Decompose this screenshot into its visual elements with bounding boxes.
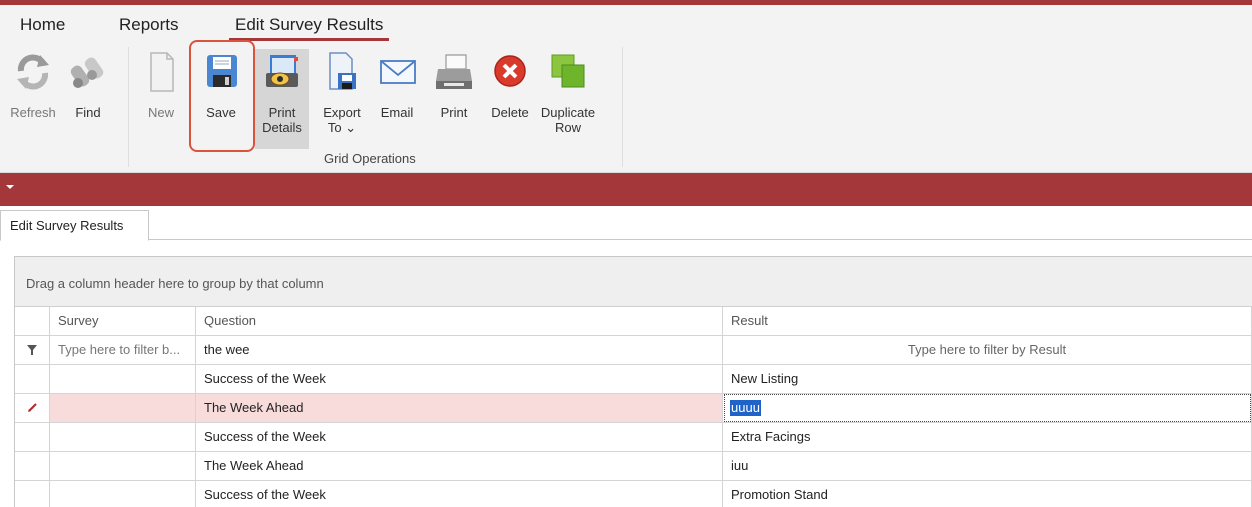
table-row[interactable]: Success of the Week Promotion Stand [15, 481, 1252, 507]
survey-cell[interactable] [50, 394, 196, 423]
pencil-edit-icon [28, 403, 37, 412]
question-cell[interactable]: Success of the Week [196, 423, 723, 452]
funnel-icon [27, 345, 37, 355]
print-details-button[interactable]: Print Details [255, 49, 309, 149]
column-header-result[interactable]: Result [723, 307, 1252, 336]
column-header-row: Survey Question Result [15, 307, 1252, 336]
question-cell[interactable]: The Week Ahead [196, 394, 723, 423]
question-cell[interactable]: The Week Ahead [196, 452, 723, 481]
row-indicator [15, 423, 50, 452]
survey-cell[interactable] [50, 365, 196, 394]
table-row-editing[interactable]: The Week Ahead uuuu [15, 394, 1252, 423]
result-cell-editor[interactable]: uuuu [724, 394, 1251, 422]
result-cell[interactable]: Extra Facings [723, 423, 1252, 452]
refresh-button[interactable]: Refresh [5, 49, 61, 149]
grid-operations-label: Grid Operations [324, 151, 416, 166]
indicator-header [15, 307, 50, 336]
duplicate-icon [551, 54, 585, 88]
find-label: Find [75, 105, 101, 120]
result-cell[interactable]: Promotion Stand [723, 481, 1252, 507]
save-button[interactable]: Save [193, 49, 249, 149]
question-cell[interactable]: Success of the Week [196, 365, 723, 394]
floppy-disk-icon [207, 55, 237, 87]
ribbon: Refresh Find New Save Print Details Expo… [0, 41, 1252, 173]
tab-edit-survey-results[interactable]: Edit Survey Results [228, 15, 390, 41]
table-row[interactable]: Success of the Week Extra Facings [15, 423, 1252, 452]
filter-question-input[interactable]: the wee [196, 336, 723, 365]
export-icon [329, 52, 356, 90]
row-indicator [15, 452, 50, 481]
save-label: Save [206, 105, 236, 120]
group-by-panel[interactable]: Drag a column header here to group by th… [15, 257, 1252, 307]
delete-icon [494, 55, 526, 87]
result-editor-selected-text[interactable]: uuuu [730, 400, 761, 416]
duplicate-row-button[interactable]: Duplicate Row [540, 49, 596, 149]
duplicate-row-label: Duplicate Row [540, 105, 596, 135]
print-button[interactable]: Print [426, 49, 482, 149]
tab-home[interactable]: Home [20, 15, 65, 35]
result-cell[interactable]: New Listing [723, 365, 1252, 394]
result-cell[interactable]: iuu [723, 452, 1252, 481]
printer-icon [436, 54, 472, 89]
survey-cell[interactable] [50, 481, 196, 507]
tab-reports[interactable]: Reports [119, 15, 179, 35]
table-row[interactable]: Success of the Week New Listing [15, 365, 1252, 394]
survey-results-grid: Drag a column header here to group by th… [14, 256, 1252, 507]
row-indicator [15, 481, 50, 507]
row-indicator [15, 365, 50, 394]
filter-result-input[interactable]: Type here to filter by Result [723, 336, 1252, 365]
new-label: New [147, 105, 174, 120]
refresh-icon [17, 54, 49, 90]
question-cell[interactable]: Success of the Week [196, 481, 723, 507]
tab-edit-survey-results-document[interactable]: Edit Survey Results [0, 210, 149, 241]
column-header-question[interactable]: Question [196, 307, 723, 336]
new-document-icon [150, 52, 174, 92]
print-details-label: Print Details [262, 105, 302, 135]
export-to-button[interactable]: Export To ⌄ [314, 49, 370, 149]
filter-row-indicator [15, 336, 50, 365]
document-tab-strip: Edit Survey Results [0, 206, 1252, 241]
table-row[interactable]: The Week Ahead iuu [15, 452, 1252, 481]
survey-cell[interactable] [50, 452, 196, 481]
collapse-bar[interactable] [0, 173, 1252, 206]
ribbon-separator [622, 47, 623, 167]
filter-row: Type here to filter b... the wee Type he… [15, 336, 1252, 365]
delete-button[interactable]: Delete [482, 49, 538, 149]
column-header-survey[interactable]: Survey [50, 307, 196, 336]
envelope-icon [380, 60, 416, 84]
binoculars-icon [70, 57, 104, 88]
row-indicator [15, 394, 50, 423]
column-header-question-label: Question [204, 313, 257, 328]
filter-survey-input[interactable]: Type here to filter b... [50, 336, 196, 365]
caret-down-icon[interactable] [6, 185, 14, 189]
print-preview-icon [266, 55, 298, 87]
find-button[interactable]: Find [60, 49, 116, 149]
survey-cell[interactable] [50, 423, 196, 452]
ribbon-tab-bar: Home Reports Edit Survey Results [0, 5, 1252, 41]
email-button[interactable]: Email [369, 49, 425, 149]
new-button[interactable]: New [133, 49, 189, 149]
